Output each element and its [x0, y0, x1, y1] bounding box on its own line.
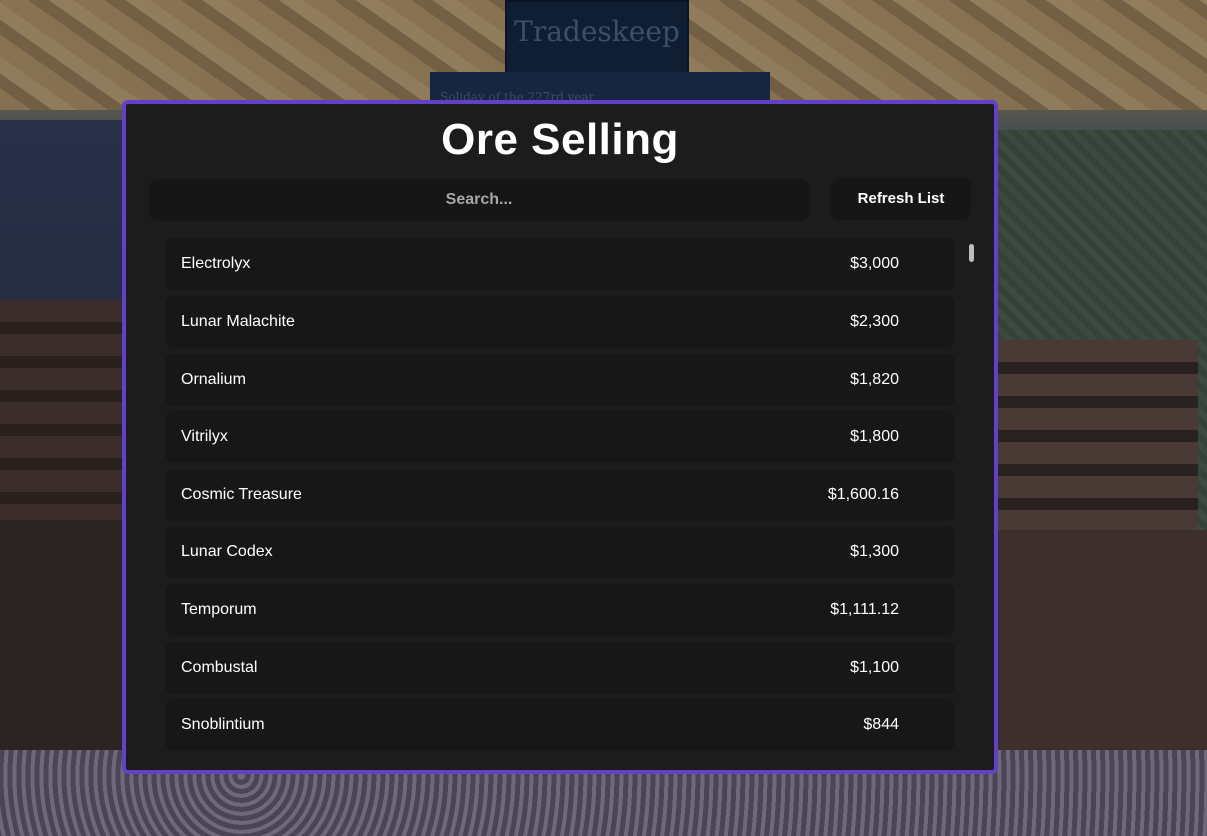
ore-row[interactable]: Lunar Malachite $2,300 [165, 296, 955, 348]
ore-price: $844 [863, 716, 899, 733]
background-stairs-right [998, 340, 1198, 540]
ore-price: $2,300 [850, 313, 899, 330]
search-input[interactable] [149, 179, 809, 221]
ore-price: $1,820 [850, 371, 899, 388]
ore-row[interactable]: Snoblintium $844 [165, 699, 955, 751]
ore-name: Electrolyx [181, 255, 251, 272]
tradeskeep-sign: Tradeskeep [505, 0, 689, 74]
ore-row[interactable]: Combustal $1,100 [165, 642, 955, 694]
refresh-list-button[interactable]: Refresh List [831, 178, 971, 220]
ore-price: $1,111.12 [830, 601, 899, 618]
ore-price: $1,300 [850, 543, 899, 560]
ore-name: Ornalium [181, 371, 246, 388]
panel-title: Ore Selling [441, 115, 679, 164]
ore-row[interactable]: Electrolyx $3,000 [165, 238, 955, 290]
ore-price: $1,800 [850, 428, 899, 445]
background-floor-left [0, 520, 125, 750]
ore-name: Cosmic Treasure [181, 486, 302, 503]
ore-row[interactable]: Cosmic Treasure $1,600.16 [165, 469, 955, 521]
ore-row[interactable]: Lunar Codex $1,300 [165, 526, 955, 578]
game-viewport: Tradeskeep Soliday of the 227rd year Ore… [0, 0, 1207, 836]
ore-row[interactable]: Vitrilyx $1,800 [165, 411, 955, 463]
ore-name: Vitrilyx [181, 428, 228, 445]
background-floor-right [998, 530, 1207, 770]
ore-price: $3,000 [850, 255, 899, 272]
ore-name: Lunar Codex [181, 543, 273, 560]
ore-price: $1,100 [850, 659, 899, 676]
ore-list: Electrolyx $3,000 Lunar Malachite $2,300… [165, 238, 955, 758]
background-stairs-left [0, 300, 125, 530]
ore-selling-panel: Ore Selling Refresh List Electrolyx $3,0… [122, 100, 998, 774]
date-banner: Soliday of the 227rd year [430, 72, 770, 102]
ore-name: Combustal [181, 659, 258, 676]
ore-row[interactable]: Temporum $1,111.12 [165, 584, 955, 636]
ore-name: Lunar Malachite [181, 313, 295, 330]
ore-row[interactable]: Ornalium $1,820 [165, 354, 955, 406]
ore-price: $1,600.16 [827, 486, 899, 503]
ore-name: Temporum [181, 601, 257, 618]
ore-name: Snoblintium [181, 716, 265, 733]
list-scrollbar[interactable] [969, 244, 974, 262]
